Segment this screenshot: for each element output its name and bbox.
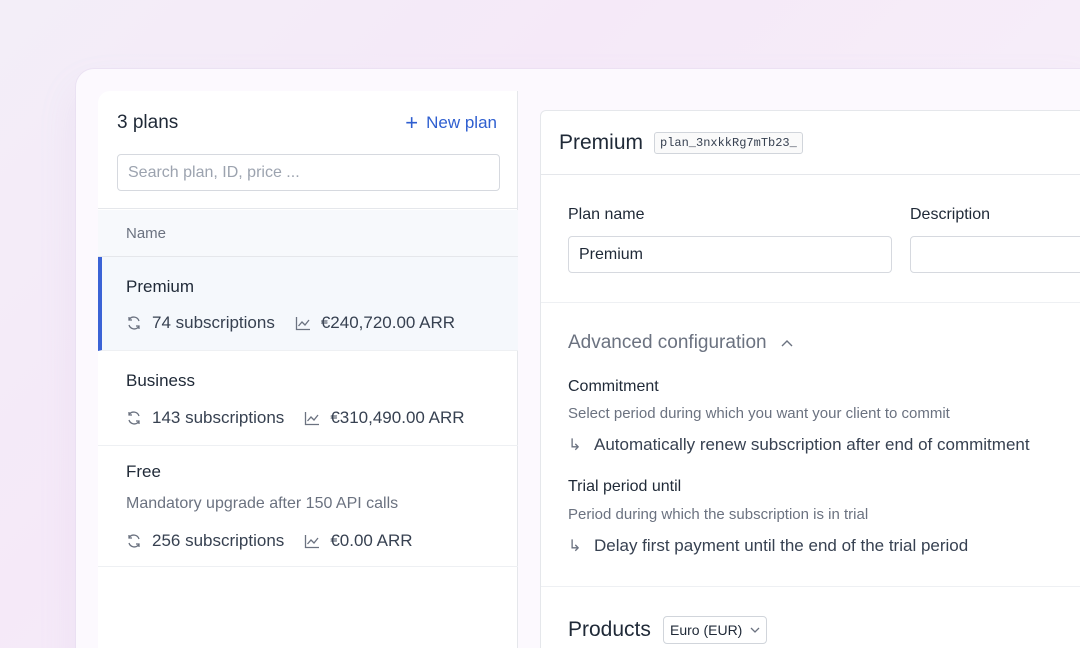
plan-row-business[interactable]: Business 143 subscriptions €310,490.00 A… (98, 351, 518, 446)
column-header-name[interactable]: Name (98, 210, 518, 257)
plan-meta: 143 subscriptions €310,490.00 ARR (126, 408, 465, 428)
currency-select[interactable]: Euro (EUR) (663, 616, 768, 644)
plan-detail-panel: Premium plan_3nxkkRg7mTb23_ Plan name De… (540, 110, 1080, 648)
plan-meta: 74 subscriptions €240,720.00 ARR (126, 313, 455, 333)
trend-chart-icon (295, 317, 310, 331)
plan-id-badge[interactable]: plan_3nxkkRg7mTb23_ (654, 132, 803, 154)
plan-detail-title: Premium (559, 131, 644, 154)
chevron-up-icon (781, 340, 793, 347)
refresh-icon (128, 316, 140, 330)
plan-description: Mandatory upgrade after 150 API calls (126, 495, 399, 512)
currency-value: Euro (EUR) (670, 622, 743, 638)
plans-panel: 3 plans + New plan Name Premium 74 subsc… (98, 91, 518, 648)
trend-chart-icon (305, 412, 320, 426)
commitment-help: Select period during which you want your… (568, 405, 950, 422)
search-input[interactable] (117, 154, 500, 191)
description-input[interactable] (910, 236, 1080, 273)
plan-subscriptions: 256 subscriptions (152, 531, 285, 550)
trial-title: Trial period until (568, 478, 682, 495)
plan-name-label: Plan name (568, 206, 645, 223)
plan-arr: €310,490.00 ARR (330, 408, 465, 427)
divider (541, 302, 1080, 303)
plans-count: 3 plans (117, 112, 179, 133)
delay-payment-label: Delay first payment until the end of the… (594, 536, 969, 555)
plan-arr: €240,720.00 ARR (320, 313, 456, 332)
commitment-title: Commitment (568, 378, 659, 395)
plan-detail-header: Premium plan_3nxkkRg7mTb23_ (541, 111, 1080, 175)
plan-arr: €0.00 ARR (330, 531, 413, 550)
auto-renew-option[interactable]: ↳ Automatically renew subscription after… (568, 435, 1030, 455)
plan-name: Business (126, 371, 195, 390)
chevron-down-icon (750, 627, 760, 633)
plan-subscriptions: 143 subscriptions (152, 408, 285, 427)
new-plan-label: New plan (426, 113, 497, 132)
description-label: Description (910, 206, 991, 223)
plus-icon: + (405, 110, 419, 135)
divider (541, 586, 1080, 587)
delay-payment-option[interactable]: ↳ Delay first payment until the end of t… (568, 536, 968, 556)
plans-panel-header: 3 plans + New plan (98, 91, 518, 209)
plan-name: Free (126, 462, 161, 481)
refresh-icon (128, 411, 140, 425)
new-plan-button[interactable]: + New plan (405, 112, 497, 134)
column-header-label: Name (126, 225, 167, 242)
refresh-icon (128, 534, 140, 548)
plan-name-input[interactable] (568, 236, 892, 273)
plan-name: Premium (126, 277, 195, 296)
plan-subscriptions: 74 subscriptions (152, 313, 275, 332)
products-title: Products (568, 618, 651, 641)
trend-chart-icon (305, 535, 320, 549)
sub-arrow-icon: ↳ (568, 437, 582, 454)
advanced-configuration-toggle[interactable]: Advanced configuration (568, 332, 793, 354)
sub-arrow-icon: ↳ (568, 538, 582, 555)
plan-row-premium[interactable]: Premium 74 subscriptions €240,720.00 ARR (98, 257, 518, 351)
plan-row-free[interactable]: Free Mandatory upgrade after 150 API cal… (98, 446, 518, 567)
trial-help: Period during which the subscription is … (568, 506, 869, 523)
plan-meta: 256 subscriptions €0.00 ARR (126, 531, 413, 551)
auto-renew-label: Automatically renew subscription after e… (594, 435, 1030, 454)
advanced-configuration-label: Advanced configuration (568, 332, 767, 353)
